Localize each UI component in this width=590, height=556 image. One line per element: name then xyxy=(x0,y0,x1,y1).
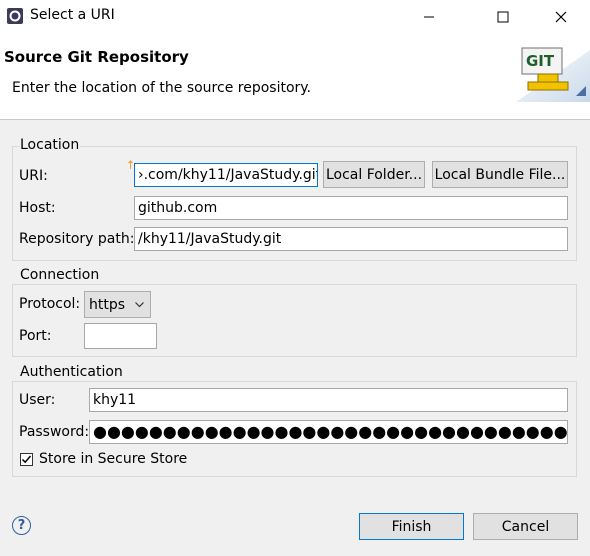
help-icon[interactable]: ? xyxy=(12,516,31,535)
password-input[interactable]: ●●●●●●●●●●●●●●●●●●●●●●●●●●●●●●●●●●●●● xyxy=(89,420,568,444)
user-label: User: xyxy=(19,392,56,408)
close-icon xyxy=(555,11,567,22)
local-folder-button[interactable]: Local Folder... xyxy=(323,161,425,188)
maximize-icon xyxy=(497,11,509,22)
page-title: Source Git Repository xyxy=(4,48,189,66)
checkmark-icon xyxy=(21,455,32,464)
git-logo-icon: GIT xyxy=(516,47,590,102)
wizard-header: Source Git Repository Enter the location… xyxy=(0,33,590,120)
repository-path-input-value: /khy11/JavaStudy.git xyxy=(138,231,282,247)
connection-group-label: Connection xyxy=(19,267,101,283)
location-group-label: Location xyxy=(19,137,81,153)
store-in-secure-store-checkbox[interactable] xyxy=(20,453,33,466)
protocol-select[interactable]: https xyxy=(84,291,151,318)
local-bundle-file-button[interactable]: Local Bundle File... xyxy=(432,161,568,188)
repository-path-input[interactable]: /khy11/JavaStudy.git xyxy=(134,227,568,251)
page-description: Enter the location of the source reposit… xyxy=(12,80,312,96)
eclipse-app-icon xyxy=(7,8,23,24)
uri-input[interactable]: ›.com/khy11/JavaStudy.git xyxy=(134,163,318,187)
store-in-secure-store-label[interactable]: Store in Secure Store xyxy=(39,451,187,467)
minimize-button[interactable] xyxy=(406,0,452,33)
git-logo-text: GIT xyxy=(526,52,555,70)
content-assist-icon xyxy=(128,160,133,169)
title-bar: Select a URI xyxy=(0,0,590,33)
uri-label: URI: xyxy=(19,168,48,184)
help-glyph: ? xyxy=(17,518,26,533)
protocol-label: Protocol: xyxy=(19,296,81,312)
repository-path-label: Repository path: xyxy=(19,231,135,247)
maximize-button[interactable] xyxy=(480,0,526,33)
host-input-value: github.com xyxy=(138,200,218,216)
protocol-select-value: https xyxy=(89,296,126,313)
host-input[interactable]: github.com xyxy=(134,196,568,220)
cancel-button[interactable]: Cancel xyxy=(473,513,578,540)
password-label: Password: xyxy=(19,424,90,440)
user-input-value: khy11 xyxy=(93,392,137,408)
user-input[interactable]: khy11 xyxy=(89,388,568,412)
finish-button[interactable]: Finish xyxy=(359,513,464,540)
port-input[interactable] xyxy=(84,323,157,349)
authentication-group-label: Authentication xyxy=(19,364,124,380)
host-label: Host: xyxy=(19,200,56,216)
password-input-mask: ●●●●●●●●●●●●●●●●●●●●●●●●●●●●●●●●●●●●● xyxy=(93,422,568,441)
port-label: Port: xyxy=(19,328,52,344)
uri-input-value: ›.com/khy11/JavaStudy.git xyxy=(138,167,318,183)
chevron-down-icon xyxy=(135,302,144,308)
window-title: Select a URI xyxy=(30,7,115,23)
close-button[interactable] xyxy=(538,0,584,33)
minimize-icon xyxy=(424,16,434,17)
